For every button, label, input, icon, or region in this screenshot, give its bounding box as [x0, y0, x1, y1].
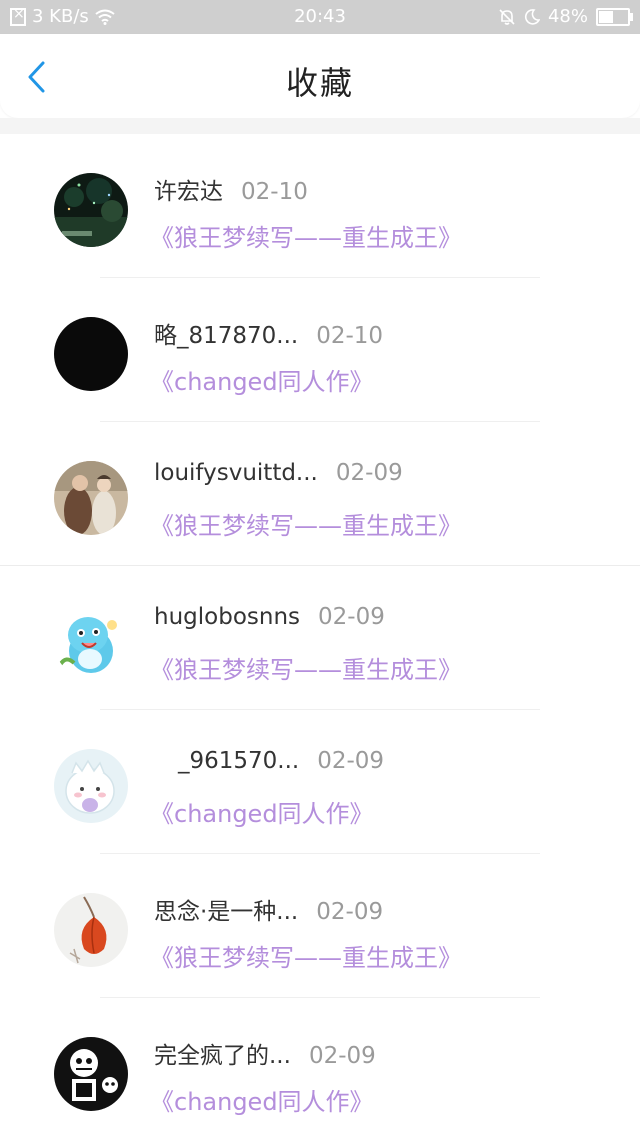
item-date: 02-09 — [317, 748, 385, 774]
list-item[interactable]: 许宏达 02-10 《狼王梦续写——重生成王》 — [0, 134, 640, 278]
item-date: 02-09 — [335, 460, 403, 486]
work-title-link[interactable]: 《狼王梦续写——重生成王》 — [150, 938, 462, 973]
item-header: 许宏达 02-10 — [154, 172, 308, 206]
favorites-list: 许宏达 02-10 《狼王梦续写——重生成王》 略_817870... 02-1… — [0, 134, 640, 1142]
skeleton-cartoon-avatar[interactable] — [54, 1037, 128, 1111]
list-item[interactable]: louifysvuittd... 02-09 《狼王梦续写——重生成王》 — [0, 422, 640, 566]
user-name[interactable]: 思念·是一种... — [154, 892, 298, 926]
list-item[interactable]: 略_817870... 02-10 《changed同人作》 — [0, 278, 640, 422]
work-title-link[interactable]: 《狼王梦续写——重生成王》 — [150, 650, 462, 685]
battery-icon — [596, 7, 633, 26]
item-date: 02-10 — [241, 179, 308, 205]
page-title: 收藏 — [285, 64, 354, 102]
user-name[interactable]: louifysvuittd... — [154, 460, 318, 486]
battery-level — [599, 10, 614, 23]
status-bar: 3 KB/s 20:43 48% — [0, 0, 640, 34]
list-item[interactable]: 思念·是一种... 02-09 《狼王梦续写——重生成王》 — [0, 854, 640, 998]
list-item[interactable]: huglobosnns 02-09 《狼王梦续写——重生成王》 — [0, 566, 640, 710]
user-name[interactable]: huglobosnns — [154, 604, 300, 630]
item-date: 02-09 — [308, 1043, 376, 1069]
item-header: huglobosnns 02-09 — [154, 604, 385, 630]
item-header: louifysvuittd... 02-09 — [154, 460, 403, 486]
work-title-link[interactable]: 《狼王梦续写——重生成王》 — [150, 506, 462, 541]
black-avatar[interactable] — [54, 317, 128, 391]
forest-night-avatar[interactable] — [54, 173, 128, 247]
status-right: 48% — [498, 6, 633, 27]
lantern-plant-avatar[interactable] — [54, 893, 128, 967]
item-date: 02-10 — [316, 323, 384, 349]
moon-icon — [524, 8, 540, 25]
user-name[interactable]: _961570... — [178, 748, 299, 774]
item-date: 02-09 — [316, 899, 384, 925]
user-name[interactable]: 许宏达 — [154, 172, 223, 206]
list-item[interactable]: 完全疯了的... 02-09 《changed同人作》 — [0, 998, 640, 1142]
header-separator-band — [0, 118, 640, 134]
item-header: 完全疯了的... 02-09 — [154, 1036, 376, 1070]
top-bar: 收藏 — [0, 34, 640, 118]
user-name[interactable]: 略_817870... — [154, 316, 298, 350]
work-title-link[interactable]: 《狼王梦续写——重生成王》 — [150, 218, 462, 253]
work-title-link[interactable]: 《changed同人作》 — [150, 1082, 374, 1117]
list-item[interactable]: _961570... 02-09 《changed同人作》 — [0, 710, 640, 854]
user-name[interactable]: 完全疯了的... — [154, 1036, 291, 1070]
item-date: 02-09 — [318, 604, 385, 630]
work-title-link[interactable]: 《changed同人作》 — [150, 794, 374, 829]
item-header: 思念·是一种... 02-09 — [154, 892, 383, 926]
work-title-link[interactable]: 《changed同人作》 — [150, 362, 374, 397]
item-header: 略_817870... 02-10 — [154, 316, 383, 350]
item-header: _961570... 02-09 — [154, 748, 384, 774]
white-dino-avatar[interactable] — [54, 749, 128, 823]
bell-off-icon — [498, 8, 516, 26]
cartoon-dino-avatar[interactable] — [54, 605, 128, 679]
battery-percent: 48% — [547, 6, 588, 27]
photo-couple-avatar[interactable] — [54, 461, 128, 535]
